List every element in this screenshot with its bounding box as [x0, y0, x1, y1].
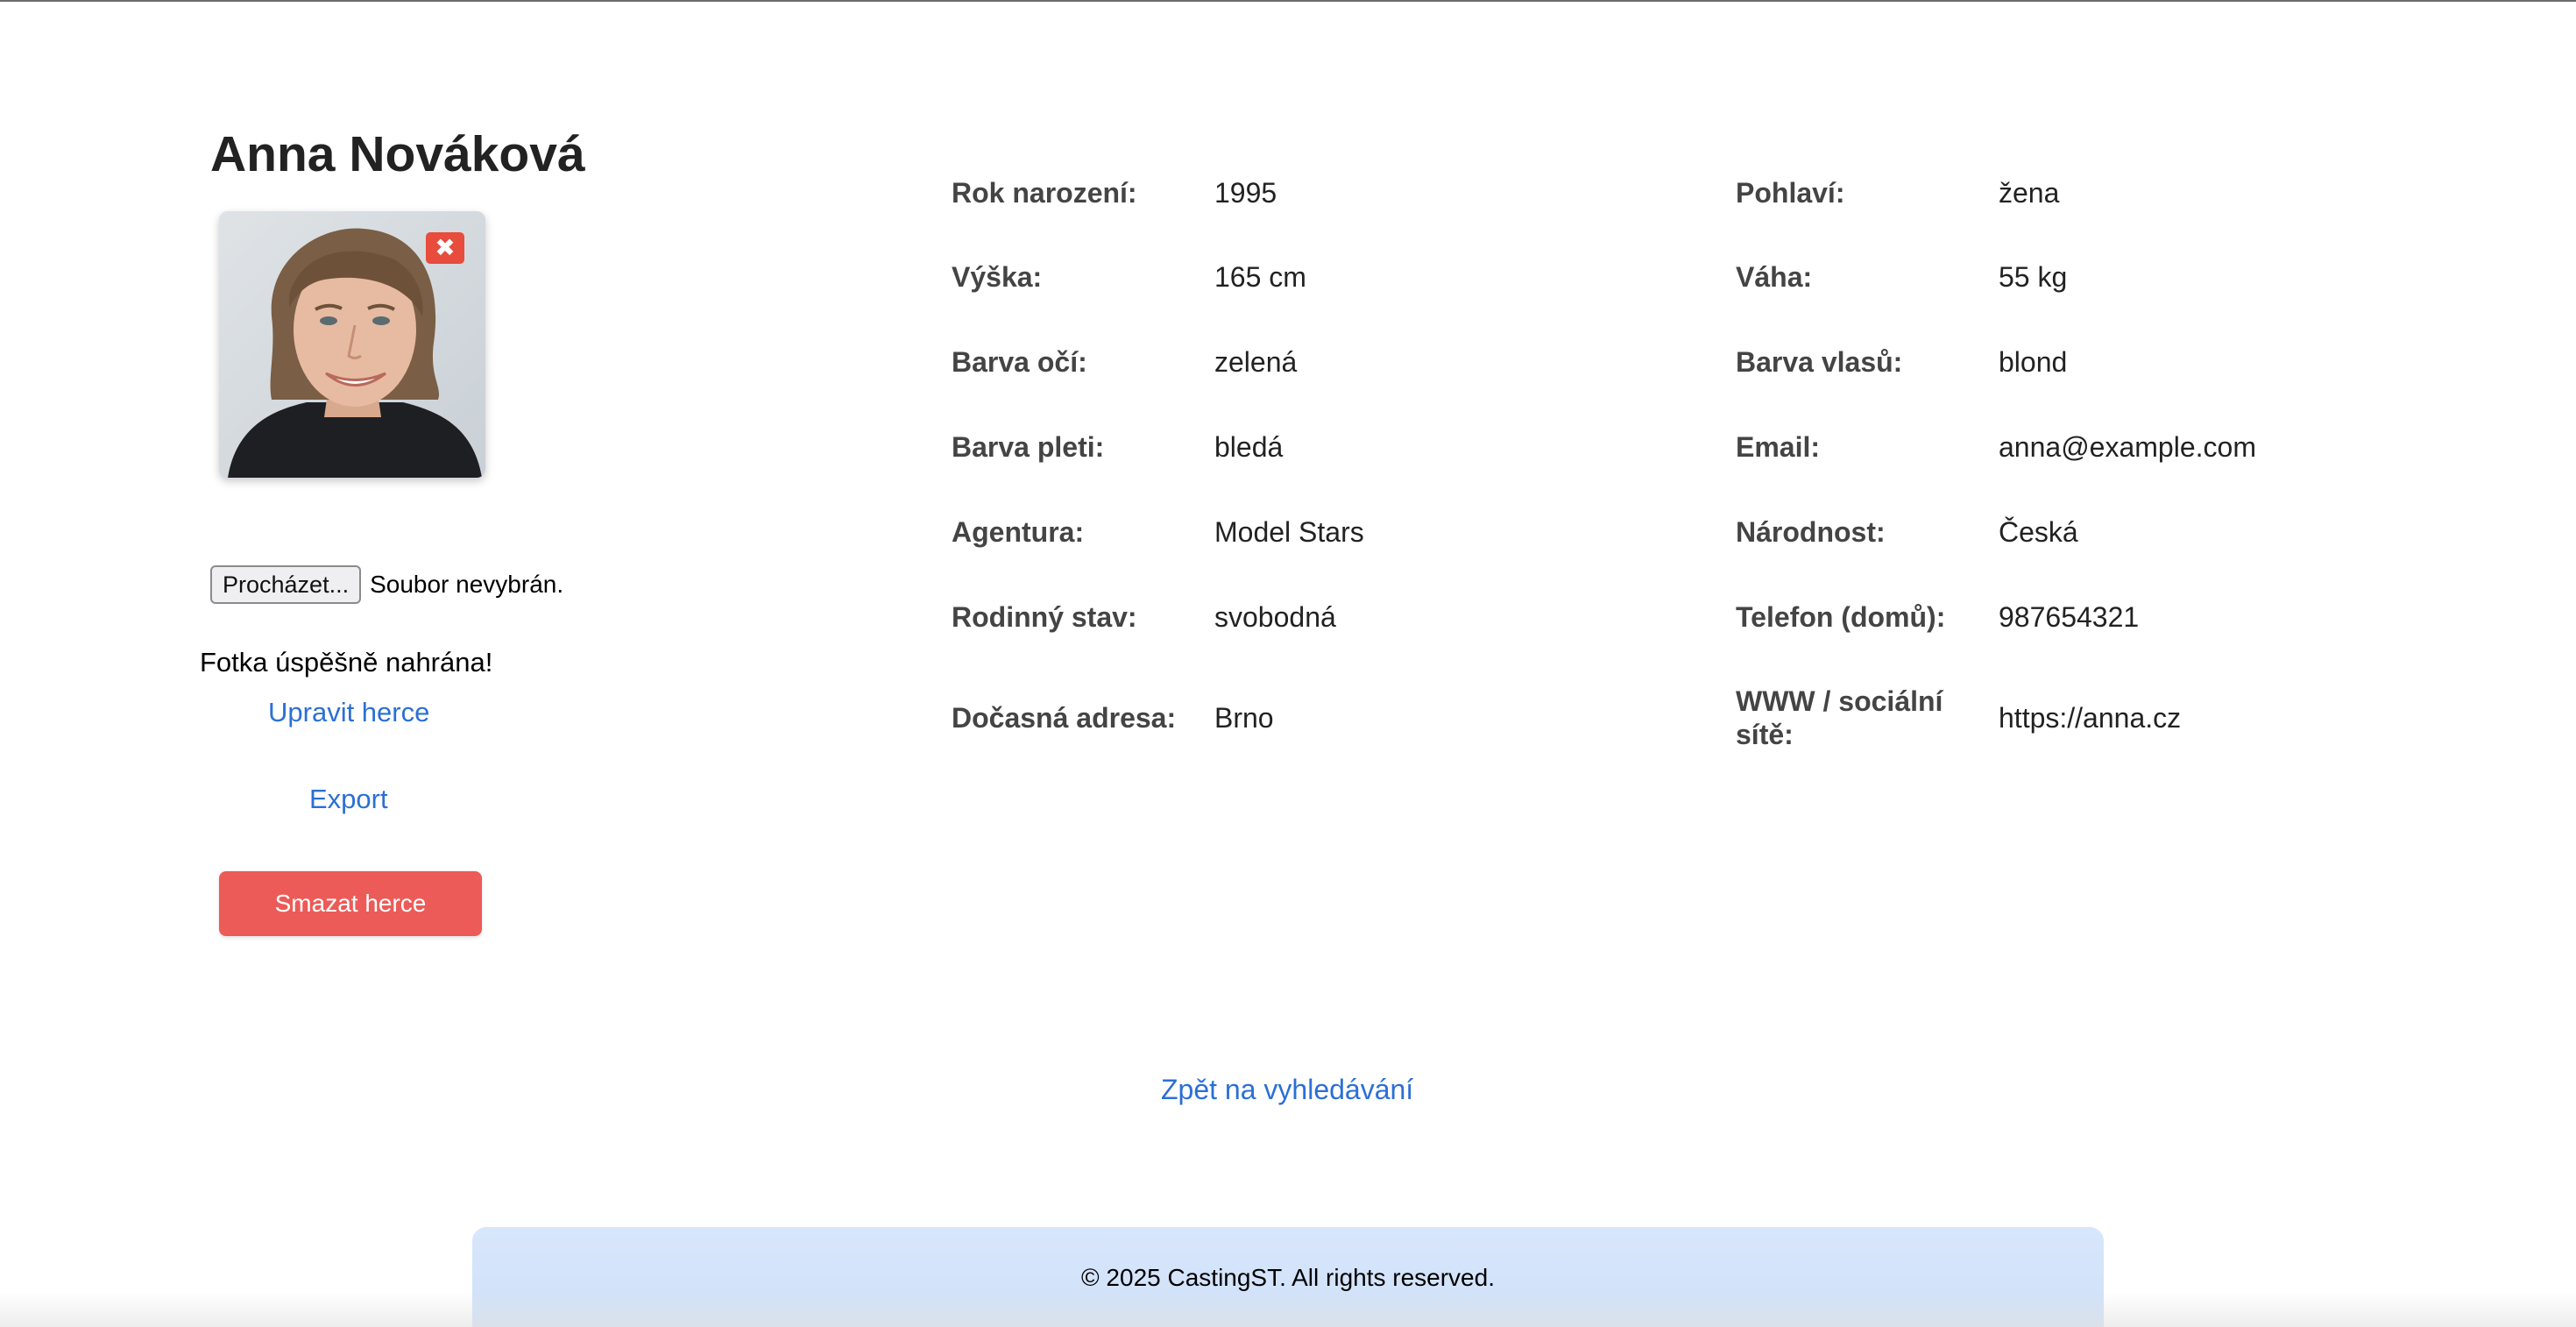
file-status: Soubor nevybrán.: [370, 571, 564, 598]
detail-label: Rok narození:: [952, 177, 1137, 209]
top-border: [0, 0, 2576, 2]
delete-photo-button[interactable]: ✖: [426, 232, 464, 264]
detail-label: Telefon (domů):: [1736, 601, 1946, 633]
footer-copyright: © 2025 CastingST. All rights reserved.: [1081, 1264, 1495, 1291]
detail-value: zelená: [1214, 346, 1298, 378]
detail-value: 55 kg: [1999, 261, 2068, 293]
actor-name: Anna Nováková: [210, 126, 585, 182]
detail-label: Národnost:: [1736, 516, 1886, 548]
detail-value: 165 cm: [1214, 261, 1306, 293]
detail-label: Rodinný stav:: [952, 601, 1137, 633]
detail-value: blond: [1999, 346, 2068, 378]
detail-value: svobodná: [1214, 601, 1336, 633]
footer: © 2025 CastingST. All rights reserved.: [472, 1227, 2104, 1327]
detail-label: Barva očí:: [952, 346, 1087, 378]
detail-value: Česká: [1999, 516, 2078, 548]
export-link[interactable]: Export: [309, 784, 388, 815]
detail-label: Agentura:: [952, 516, 1085, 548]
detail-label: Email:: [1736, 431, 1821, 463]
detail-value: 987654321: [1999, 601, 2140, 633]
detail-value: https://anna.cz: [1999, 702, 2182, 734]
detail-value: anna@example.com: [1999, 431, 2256, 463]
edit-actor-link[interactable]: Upravit herce: [268, 697, 429, 728]
detail-label: Pohlaví:: [1736, 177, 1845, 209]
detail-value: bledá: [1214, 431, 1284, 463]
upload-success-message: Fotka úspěšně nahrána!: [200, 647, 493, 678]
detail-label: Barva vlasů:: [1736, 346, 1903, 378]
detail-value: Model Stars: [1214, 516, 1364, 548]
back-to-search-link[interactable]: Zpět na vyhledávání: [1161, 1074, 1413, 1106]
file-upload: Procházet... Soubor nevybrán.: [210, 565, 563, 604]
close-icon: ✖: [435, 234, 456, 261]
detail-value: 1995: [1214, 177, 1277, 209]
detail-label: Dočasná adresa:: [952, 702, 1177, 734]
detail-value: žena: [1999, 177, 2060, 209]
actor-photo: ✖: [219, 211, 485, 478]
browse-button[interactable]: Procházet...: [210, 565, 362, 604]
detail-label: WWW / sociální sítě:: [1736, 685, 1943, 750]
delete-actor-button[interactable]: Smazat herce: [219, 871, 482, 936]
actor-detail-page: Anna Nováková ✖ Procházet... Soubor nevy…: [0, 0, 2576, 1327]
detail-label: Váha:: [1736, 261, 1813, 293]
detail-label: Barva pleti:: [952, 431, 1105, 463]
detail-label: Výška:: [952, 261, 1043, 293]
detail-value: Brno: [1214, 702, 1274, 734]
